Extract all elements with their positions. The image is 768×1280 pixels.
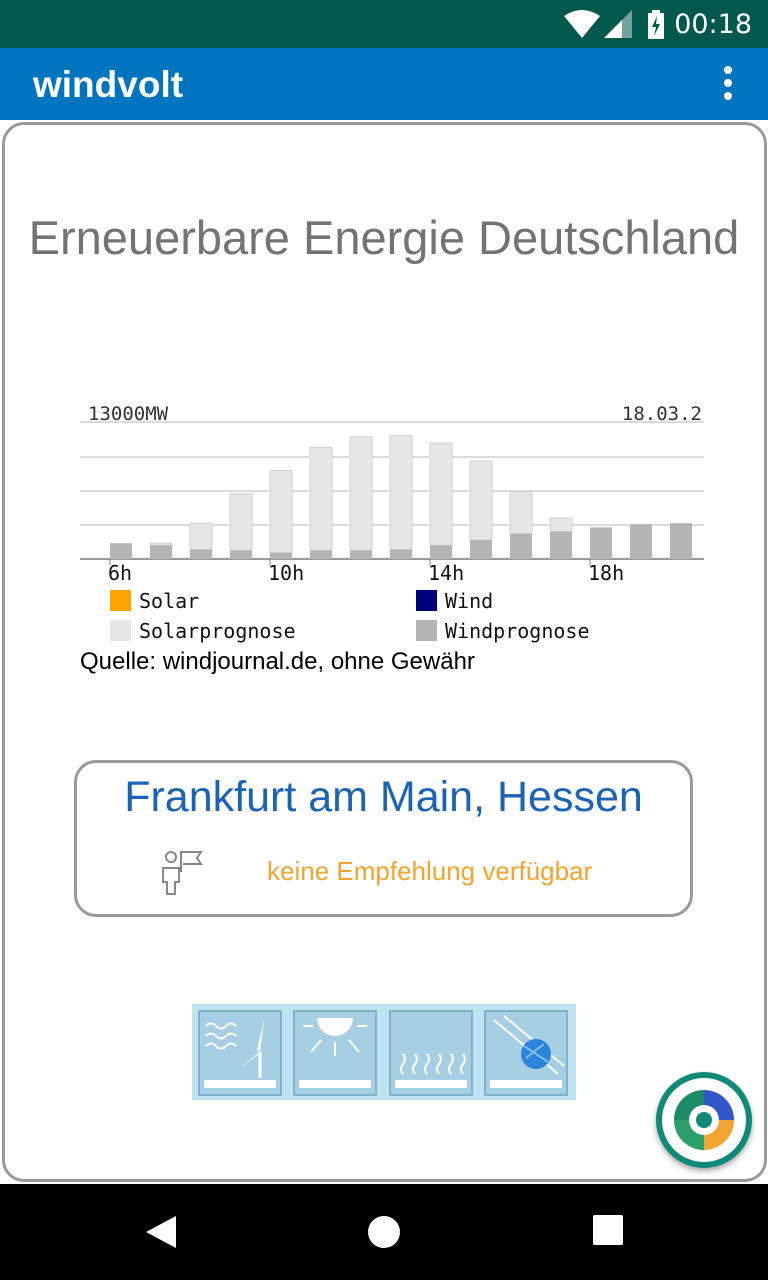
tick-label: 10h [268,561,304,585]
location-title: Frankfurt am Main, Hessen [124,773,643,821]
chart-header-right: 18.03.2 [622,403,702,425]
legend-swatch [110,620,131,641]
bar-windprognose [150,545,172,559]
bar-solarprognose [549,517,573,533]
bar-solarprognose [269,469,293,554]
legend-label: Solarprognose [139,619,296,643]
bar-windprognose [670,523,692,559]
bar-solarprognose [149,542,173,546]
chart-x-ticks: 6h 10h 14h 18h [108,559,624,585]
navigation-bar [0,1184,768,1280]
recommendation-text: keine Empfehlung verfügbar [267,856,593,886]
more-vert-icon[interactable] [718,64,738,104]
bar-solarprognose [349,436,373,552]
back-icon[interactable] [144,1214,178,1250]
app-bar: windvolt [0,48,768,120]
app-title: windvolt [33,64,184,105]
globe-icon [490,1015,565,1088]
energy-chart: 13000MW 18.03.2 6h 10h 14h 18h Solar WindSol… [80,400,704,648]
tick-label: 14h [428,561,464,585]
wind-turbine-icon [204,1020,278,1088]
tick-label: 18h [588,561,624,585]
legend-label: Wind [445,589,493,613]
bar-solarprognose [429,442,453,546]
battery-charging-icon [648,10,664,39]
page-title: Erneuerbare Energie Deutschland [28,211,740,264]
bar-windprognose [630,524,652,559]
chart-legend: Solar Wind Solarprognose Windprognose [110,589,590,643]
legend-swatch [416,590,437,611]
sun-tile[interactable] [293,1010,377,1096]
target-icon [674,1090,734,1150]
chart-bars [110,435,692,559]
recents-icon[interactable] [592,1214,624,1246]
bar-windprognose [310,550,332,559]
legend-label: Solar [139,589,199,613]
person-flag-icon [162,851,203,895]
bar-solarprognose [189,522,213,551]
bar-windprognose [110,543,132,559]
bar-windprognose [350,550,372,559]
legend-swatch [110,590,131,611]
bar-windprognose [190,549,212,559]
sun-icon [299,1018,371,1088]
location-card[interactable]: Frankfurt am Main, Hessen keine Empfehlu… [74,760,693,917]
wind-tile[interactable] [198,1010,282,1096]
bar-windprognose [550,531,572,559]
source-note: Quelle: windjournal.de, ohne Gewähr [80,648,475,675]
bar-windprognose [390,549,412,559]
bar-windprognose [430,545,452,559]
earth-tile[interactable] [484,1010,568,1096]
wifi-icon [564,10,600,38]
heat-tile[interactable] [389,1010,473,1096]
home-icon[interactable] [366,1214,402,1250]
bar-windprognose [470,540,492,559]
bar-solarprognose [469,460,493,541]
clock: 00:18 [674,9,752,40]
legend-swatch [416,620,437,641]
bar-windprognose [510,533,532,559]
weather-strip [192,1004,576,1100]
bar-solarprognose [389,435,413,551]
bar-windprognose [270,552,292,559]
cell-signal-icon [604,10,632,38]
bar-solarprognose [229,493,253,552]
bar-windprognose [590,527,612,559]
bar-windprognose [230,550,252,559]
fab-button[interactable] [656,1072,752,1168]
bar-solarprognose [509,491,533,535]
tick-label: 6h [108,561,132,585]
status-bar: 00:18 [0,0,768,48]
bar-solarprognose [309,446,333,552]
heat-waves-icon [395,1053,467,1088]
legend-label: Windprognose [445,619,590,643]
chart-header-left: 13000MW [88,403,169,425]
